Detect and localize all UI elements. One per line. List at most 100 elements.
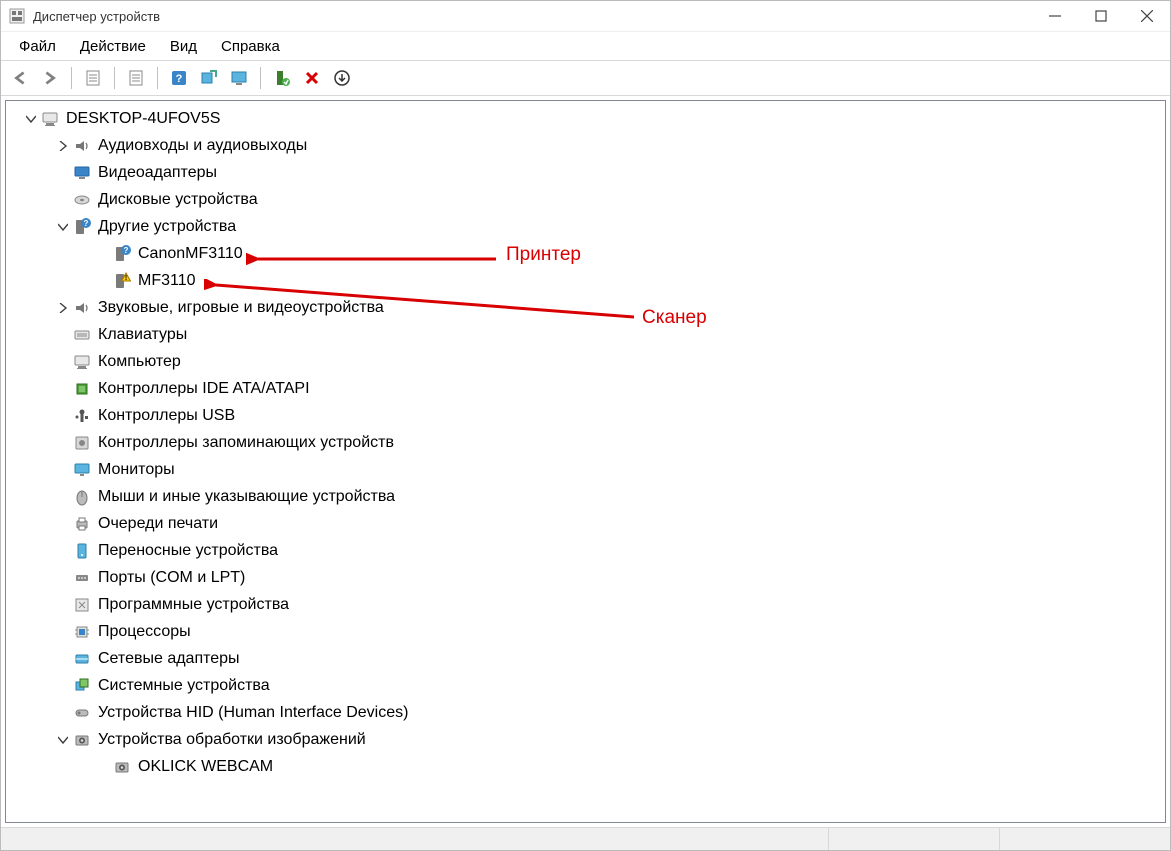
help-button[interactable] [166,65,192,91]
close-button[interactable] [1124,1,1170,31]
enable-device-button[interactable] [269,65,295,91]
chevron-right-icon[interactable] [56,301,70,315]
speaker-icon [72,298,92,318]
tree-item-label: Очереди печати [98,515,218,533]
chevron-right-icon[interactable] [56,139,70,153]
tree-item-label: Процессоры [98,623,191,641]
tree-portable-devices[interactable]: Переносные устройства [6,537,1165,564]
tree-item-label: Мониторы [98,461,175,479]
keyboard-icon [72,325,92,345]
back-button[interactable] [7,65,33,91]
menubar: Файл Действие Вид Справка [1,32,1170,61]
tree-computer[interactable]: Компьютер [6,348,1165,375]
tree-ide-ata[interactable]: Контроллеры IDE ATA/ATAPI [6,375,1165,402]
tree-disk-drives[interactable]: Дисковые устройства [6,186,1165,213]
scan-button[interactable] [329,65,355,91]
minimize-button[interactable] [1032,1,1078,31]
tree-item-label: Контроллеры запоминающих устройств [98,434,394,452]
tree-ports[interactable]: Порты (COM и LPT) [6,564,1165,591]
hid-icon [72,703,92,723]
warning-device-icon [112,271,132,291]
display-icon [72,163,92,183]
tree-imaging-devices[interactable]: Устройства обработки изображений [6,726,1165,753]
statusbar [1,827,1170,850]
network-icon [72,649,92,669]
chevron-down-icon[interactable] [56,733,70,747]
app-icon [9,8,25,24]
forward-button[interactable] [37,65,63,91]
cpu-icon [72,622,92,642]
unknown-device-icon [72,217,92,237]
tree-item-label: Программные устройства [98,596,289,614]
tree-mf3110[interactable]: MF3110 [6,267,1165,294]
system-device-icon [72,676,92,696]
software-device-icon [72,595,92,615]
tree-item-label: Контроллеры USB [98,407,235,425]
properties-button[interactable] [123,65,149,91]
titlebar: Диспетчер устройств [1,1,1170,32]
update-display-button[interactable] [226,65,252,91]
tree-item-label: Дисковые устройства [98,191,258,209]
tree-item-label: MF3110 [138,272,196,290]
tree-oklick-webcam[interactable]: OKLICK WEBCAM [6,753,1165,780]
tree-network-adapters[interactable]: Сетевые адаптеры [6,645,1165,672]
tree-root-label: DESKTOP-4UFOV5S [66,110,220,128]
show-hidden-button[interactable] [80,65,106,91]
printer-icon [72,514,92,534]
tree-item-label: Сетевые адаптеры [98,650,240,668]
chevron-down-icon[interactable] [24,112,38,126]
tree-item-label: Видеоадаптеры [98,164,217,182]
tree-sound-game-video[interactable]: Звуковые, игровые и видеоустройства [6,294,1165,321]
camera-icon [112,757,132,777]
tree-item-label: Переносные устройства [98,542,278,560]
tree-item-label: CanonMF3110 [138,245,243,263]
menu-view[interactable]: Вид [158,32,209,60]
tree-keyboards[interactable]: Клавиатуры [6,321,1165,348]
speaker-icon [72,136,92,156]
port-icon [72,568,92,588]
disk-icon [72,190,92,210]
chip-icon [72,379,92,399]
window-title: Диспетчер устройств [33,9,1032,24]
tree-other-devices[interactable]: Другие устройства [6,213,1165,240]
tree-item-label: Другие устройства [98,218,236,236]
tree-usb-controllers[interactable]: Контроллеры USB [6,402,1165,429]
chevron-down-icon[interactable] [56,220,70,234]
tree-software-devices[interactable]: Программные устройства [6,591,1165,618]
menu-action[interactable]: Действие [68,32,158,60]
device-tree[interactable]: DESKTOP-4UFOV5S Аудиовходы и аудиовыходы… [5,100,1166,823]
tree-item-label: Клавиатуры [98,326,187,344]
monitor-icon [72,460,92,480]
tree-item-label: Устройства обработки изображений [98,731,366,749]
mouse-icon [72,487,92,507]
menu-help[interactable]: Справка [209,32,292,60]
tree-root[interactable]: DESKTOP-4UFOV5S [6,105,1165,132]
tree-monitors[interactable]: Мониторы [6,456,1165,483]
menu-file[interactable]: Файл [7,32,68,60]
computer-icon [72,352,92,372]
maximize-button[interactable] [1078,1,1124,31]
scan-hardware-button[interactable] [196,65,222,91]
portable-device-icon [72,541,92,561]
tree-display-adapters[interactable]: Видеоадаптеры [6,159,1165,186]
tree-item-label: OKLICK WEBCAM [138,758,273,776]
tree-processors[interactable]: Процессоры [6,618,1165,645]
tree-mice[interactable]: Мыши и иные указывающие устройства [6,483,1165,510]
toolbar [1,61,1170,96]
computer-icon [40,109,60,129]
tree-item-label: Мыши и иные указывающие устройства [98,488,395,506]
tree-item-label: Порты (COM и LPT) [98,569,245,587]
uninstall-device-button[interactable] [299,65,325,91]
tree-item-label: Компьютер [98,353,181,371]
tree-hid[interactable]: Устройства HID (Human Interface Devices) [6,699,1165,726]
tree-canon-mf3110[interactable]: CanonMF3110 [6,240,1165,267]
tree-item-label: Аудиовходы и аудиовыходы [98,137,307,155]
tree-system-devices[interactable]: Системные устройства [6,672,1165,699]
tree-audio-io[interactable]: Аудиовходы и аудиовыходы [6,132,1165,159]
storage-icon [72,433,92,453]
tree-item-label: Устройства HID (Human Interface Devices) [98,704,408,722]
tree-storage-controllers[interactable]: Контроллеры запоминающих устройств [6,429,1165,456]
tree-print-queues[interactable]: Очереди печати [6,510,1165,537]
unknown-device-icon [112,244,132,264]
usb-icon [72,406,92,426]
